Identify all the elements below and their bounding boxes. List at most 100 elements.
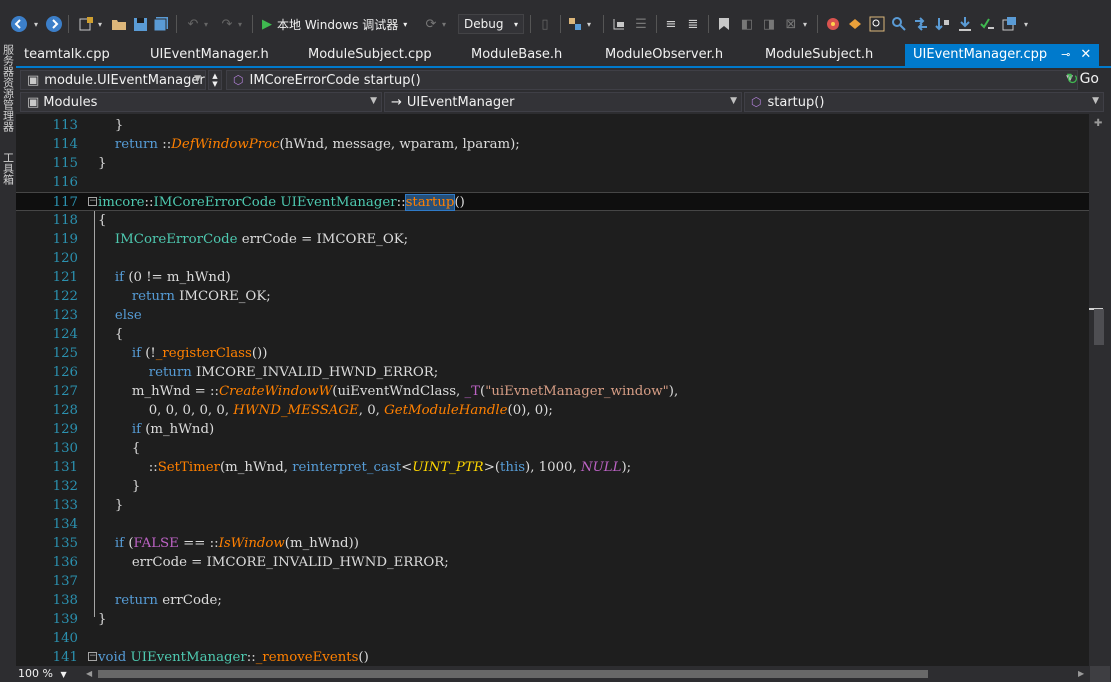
refresh-dropdown-icon[interactable]: ▾: [440, 14, 448, 34]
code-line: 123 else: [52, 308, 142, 323]
vertical-scrollbar[interactable]: ✚: [1089, 114, 1111, 666]
close-icon[interactable]: ✕: [1080, 47, 1091, 62]
format-icon[interactable]: ☰: [632, 14, 650, 34]
document-tab-bar: teamtalk.cpp UIEventManager.h ModuleSubj…: [16, 42, 1111, 68]
code-line: 113 }: [52, 118, 124, 133]
new-dropdown-icon[interactable]: ▾: [96, 14, 104, 34]
code-line: 135 if (FALSE == ::IsWindow(m_hWnd)): [52, 536, 359, 551]
tab-teamtalk-cpp[interactable]: teamtalk.cpp: [24, 46, 110, 66]
back-icon[interactable]: [8, 14, 30, 34]
code-line: 119 IMCoreErrorCode errCode = IMCORE_OK;: [52, 232, 409, 247]
code-line: 136 errCode = IMCORE_INVALID_HWND_ERROR;: [52, 555, 449, 570]
chevron-down-icon: ▼: [730, 96, 737, 106]
sort-icon[interactable]: [934, 14, 952, 34]
undo-dropdown-icon[interactable]: ▾: [202, 14, 210, 34]
tab-modulesubject-cpp[interactable]: ModuleSubject.cpp: [308, 46, 432, 66]
project-dropdown[interactable]: ▣ module.UIEventManager ▼: [20, 70, 206, 90]
chevron-down-icon: ▼: [1092, 96, 1099, 106]
save-icon[interactable]: [131, 14, 149, 34]
editor-bottom-bar: 100 % ▼ ◀ ▶: [16, 666, 1111, 682]
tab-uieventmanager-h[interactable]: UIEventManager.h: [150, 46, 269, 66]
undo-icon[interactable]: ↶: [184, 14, 202, 34]
code-line: 125 if (!_registerClass()): [52, 346, 268, 361]
bookmark-icon[interactable]: [716, 14, 732, 34]
editor-splitter[interactable]: [1090, 666, 1110, 682]
run-dropdown-icon[interactable]: ▾: [403, 20, 407, 29]
server-explorer-tab[interactable]: 服务器资源管理器: [1, 44, 15, 134]
code-line: 116: [52, 175, 78, 190]
download-icon[interactable]: [956, 14, 974, 34]
navigation-bar: ▣ Modules ▼ → UIEventManager ▼ ⬡ startup…: [16, 90, 1111, 112]
go-button[interactable]: ↻ Go: [1066, 69, 1108, 89]
navigation-bar-top: ▣ module.UIEventManager ▼ ▲ ▼ ⬡ IMCoreErr…: [16, 68, 1111, 90]
configuration-value: Debug: [464, 17, 504, 31]
code-line: 134: [52, 517, 78, 532]
class-dropdown[interactable]: → UIEventManager ▼: [384, 92, 742, 112]
code-line: 127 m_hWnd = ::CreateWindowW(uiEventWndC…: [52, 384, 679, 399]
forward-icon[interactable]: [44, 14, 64, 34]
code-line-current: 117− imcore::IMCoreErrorCode UIEventManag…: [16, 192, 1089, 211]
scroll-right-icon[interactable]: ▶: [1078, 669, 1084, 678]
back-dropdown-icon[interactable]: ▾: [31, 14, 41, 34]
checklist-icon[interactable]: [978, 14, 996, 34]
code-line: 131 ::SetTimer(m_hWnd, reinterpret_cast<…: [52, 460, 632, 475]
tab-modulebase-h[interactable]: ModuleBase.h: [471, 46, 562, 66]
project-spinner[interactable]: ▲ ▼: [208, 70, 222, 90]
solution-dropdown-icon[interactable]: ▾: [584, 14, 594, 34]
class-view-icon[interactable]: [846, 14, 864, 34]
scroll-left-icon[interactable]: ◀: [86, 669, 92, 678]
comment-icon[interactable]: ≡: [662, 14, 680, 34]
attach-icon[interactable]: ▯: [536, 14, 554, 34]
refresh-icon[interactable]: ⟳: [422, 14, 440, 34]
member-dropdown[interactable]: ⬡ startup() ▼: [744, 92, 1104, 112]
function-dropdown[interactable]: ⬡ IMCoreErrorCode startup() ▼: [226, 70, 1078, 90]
search-icon[interactable]: [890, 14, 908, 34]
solution-explorer-icon[interactable]: [566, 14, 584, 34]
prev-bookmark-icon[interactable]: ◧: [738, 14, 756, 34]
sync-icon[interactable]: [912, 14, 930, 34]
code-line: 133 }: [52, 498, 124, 513]
code-line: 122 return IMCORE_OK;: [52, 289, 271, 304]
start-debugging-button[interactable]: ▶ 本地 Windows 调试器 ▾: [262, 14, 412, 34]
next-bookmark-icon[interactable]: ◨: [760, 14, 778, 34]
code-line: 114 return ::DefWindowProc(hWnd, message…: [52, 137, 520, 152]
toolbar-overflow-icon[interactable]: ▾: [1020, 14, 1032, 34]
project-icon: ▣: [27, 72, 40, 88]
tab-modulesubject-h[interactable]: ModuleSubject.h: [765, 46, 873, 66]
tab-uieventmanager-cpp[interactable]: UIEventManager.cpp ⊸ ✕: [905, 44, 1100, 66]
new-project-icon[interactable]: [76, 14, 96, 34]
uncomment-icon[interactable]: ≣: [684, 14, 702, 34]
code-editor[interactable]: 113 } 114 return ::DefWindowProc(hWnd, m…: [16, 114, 1089, 666]
code-line: 126 return IMCORE_INVALID_HWND_ERROR;: [52, 365, 439, 380]
redo-dropdown-icon[interactable]: ▾: [236, 14, 244, 34]
code-line: 138 return errCode;: [52, 593, 222, 608]
code-line: 120: [52, 251, 78, 266]
play-icon: ▶: [262, 16, 272, 32]
properties-icon[interactable]: [610, 14, 628, 34]
pin-icon[interactable]: ⊸: [1061, 48, 1070, 61]
chevron-down-icon: ▼: [60, 670, 67, 679]
configuration-select[interactable]: Debug ▾: [458, 14, 524, 34]
redo-icon[interactable]: ↷: [218, 14, 236, 34]
clear-bookmarks-icon[interactable]: ⊠: [782, 14, 800, 34]
scope-icon: ▣: [27, 94, 40, 110]
method-icon: ⬡: [751, 95, 762, 109]
code-line: 132 }: [52, 479, 141, 494]
save-all-icon[interactable]: [152, 14, 170, 34]
toolbox-tab[interactable]: 工具箱: [1, 152, 15, 187]
run-label: 本地 Windows 调试器: [277, 17, 399, 32]
split-icon[interactable]: ✚: [1094, 118, 1102, 129]
zoom-dropdown[interactable]: 100 % ▼: [18, 667, 80, 682]
horizontal-scroll-thumb[interactable]: [98, 670, 928, 678]
scroll-thumb[interactable]: [1094, 309, 1104, 345]
window-icon[interactable]: [1000, 14, 1018, 34]
code-line: 139}: [52, 612, 107, 627]
bookmark-dropdown-icon[interactable]: ▾: [800, 14, 810, 34]
code-line: 115}: [52, 156, 107, 171]
scope-dropdown[interactable]: ▣ Modules ▼: [20, 92, 382, 112]
find-symbol-icon[interactable]: [868, 14, 886, 34]
open-folder-icon[interactable]: [110, 14, 128, 34]
tab-moduleobserver-h[interactable]: ModuleObserver.h: [605, 46, 723, 66]
left-tool-strip: 服务器资源管理器 工具箱: [0, 42, 16, 682]
debug-tools-icon[interactable]: [824, 14, 842, 34]
